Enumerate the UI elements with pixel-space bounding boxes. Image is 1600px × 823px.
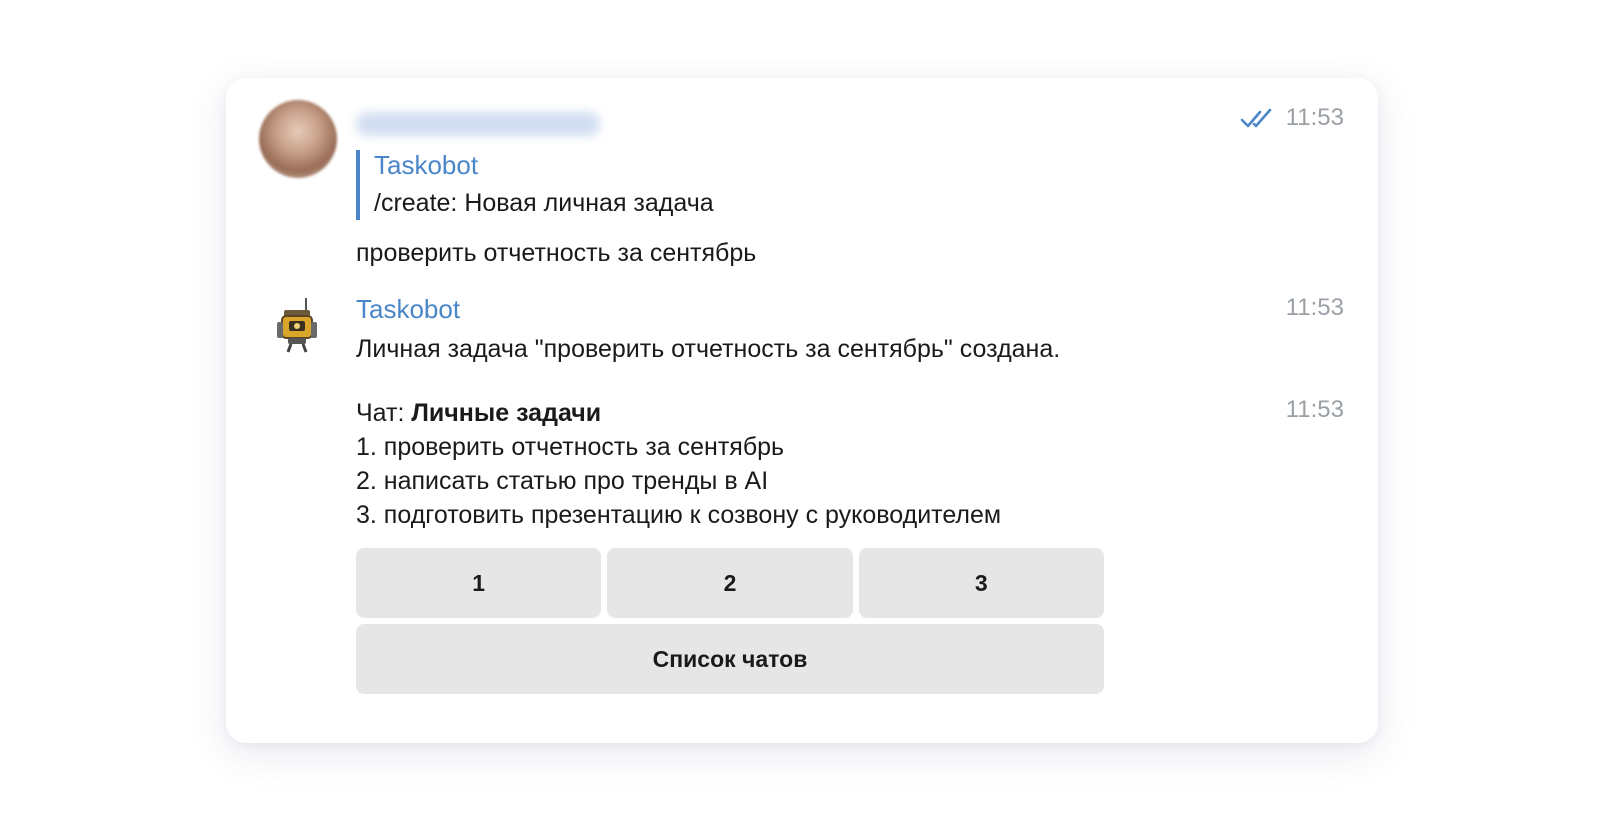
bot-sender-name[interactable]: Taskobot [356,294,460,324]
message-time: 11:53 [1285,396,1344,423]
keyboard-row: 1 2 3 [356,548,1104,618]
inline-keyboard: 1 2 3 Список чатов [356,548,1104,700]
reply-quote[interactable]: Taskobot /create: Новая личная задача [356,150,714,220]
chat-name: Личные задачи [411,399,602,427]
double-check-icon [1240,108,1272,128]
task-2-button[interactable]: 2 [607,548,853,618]
reply-sender-name: Taskobot [374,150,479,180]
sender-name-blurred [356,112,600,136]
chat-list-button[interactable]: Список чатов [356,624,1104,694]
reply-text: /create: Новая личная задача [374,189,714,217]
robot-icon[interactable] [276,298,318,354]
chat-prefix: Чат: [356,399,412,427]
list-item: 2. написать статью про тренды в AI [356,467,769,495]
message-time: 11:53 [1285,294,1344,321]
message-time: 11:53 [1285,104,1344,131]
chat-message-card: 11:53 Taskobot /create: Новая личная зад… [226,78,1378,743]
task-1-button[interactable]: 1 [356,548,602,618]
task-list-message: Чат: Личные задачи 1. проверить отчетнос… [356,396,1001,532]
message-text: проверить отчетность за сентябрь [356,239,757,267]
list-item: 3. подготовить презентацию к созвону с р… [356,501,1002,529]
user-avatar[interactable] [259,100,337,178]
message-text: Личная задача "проверить отчетность за с… [356,335,1061,363]
chat-title-line: Чат: Личные задачи [356,396,1001,430]
list-item: 1. проверить отчетность за сентябрь [356,433,785,461]
task-3-button[interactable]: 3 [858,548,1104,618]
keyboard-row: Список чатов [356,624,1104,694]
